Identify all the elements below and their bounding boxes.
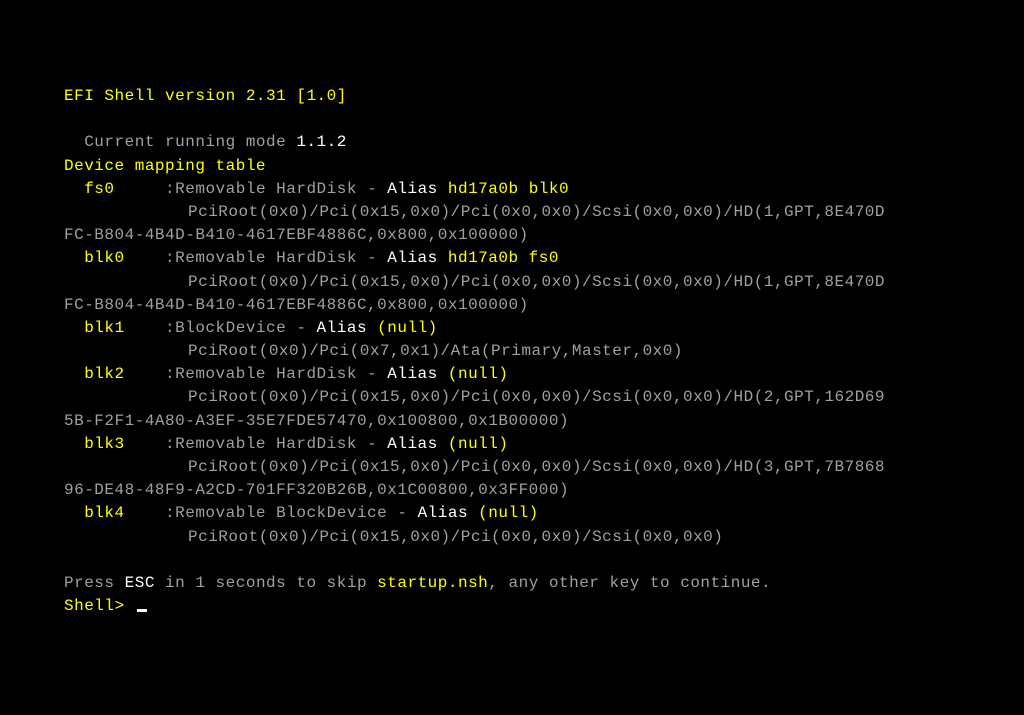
device-desc: :Removable HardDisk - (165, 435, 387, 453)
device-entry-fs0: fs0 :Removable HardDisk - Alias hd17a0b … (64, 178, 1024, 201)
alias-label: Alias (387, 365, 448, 383)
device-path: PciRoot(0x0)/Pci(0x15,0x0)/Pci(0x0,0x0)/… (64, 456, 1024, 479)
device-desc: :Removable HardDisk - (165, 180, 387, 198)
alias-label: Alias (387, 249, 448, 267)
device-entry-blk0: blk0 :Removable HardDisk - Alias hd17a0b… (64, 247, 1024, 270)
device-name: blk0 (84, 249, 124, 267)
device-name: blk2 (84, 365, 124, 383)
efi-shell-version: EFI Shell version 2.31 [1.0] (64, 85, 1024, 108)
device-name: fs0 (84, 180, 114, 198)
alias-value: (null) (478, 504, 539, 522)
device-desc: :Removable HardDisk - (165, 365, 387, 383)
alias-value: (null) (448, 365, 509, 383)
device-entry-blk4: blk4 :Removable BlockDevice - Alias (nul… (64, 502, 1024, 525)
current-mode-value: 1.1.2 (296, 133, 347, 151)
device-entry-blk3: blk3 :Removable HardDisk - Alias (null) (64, 433, 1024, 456)
device-path-cont: FC-B804-4B4D-B410-4617EBF4886C,0x800,0x1… (64, 294, 1024, 317)
shell-prompt-line[interactable]: Shell> (64, 595, 1024, 618)
device-path: PciRoot(0x0)/Pci(0x7,0x1)/Ata(Primary,Ma… (64, 340, 1024, 363)
device-path-cont: FC-B804-4B4D-B410-4617EBF4886C,0x800,0x1… (64, 224, 1024, 247)
device-path: PciRoot(0x0)/Pci(0x15,0x0)/Pci(0x0,0x0)/… (64, 526, 1024, 549)
device-path: PciRoot(0x0)/Pci(0x15,0x0)/Pci(0x0,0x0)/… (64, 271, 1024, 294)
continue-text: , any other key to continue. (488, 574, 771, 592)
device-desc: :Removable BlockDevice - (165, 504, 418, 522)
shell-prompt: Shell> (64, 597, 135, 615)
esc-key: ESC (125, 574, 155, 592)
device-entry-blk2: blk2 :Removable HardDisk - Alias (null) (64, 363, 1024, 386)
current-mode-line: Current running mode 1.1.2 (64, 108, 1024, 154)
alias-value: hd17a0b fs0 (448, 249, 559, 267)
startup-prompt-line: Press ESC in 1 seconds to skip startup.n… (64, 572, 1024, 595)
in-seconds: in 1 seconds to skip (155, 574, 377, 592)
blank-line (64, 549, 1024, 572)
alias-label: Alias (317, 319, 378, 337)
alias-value: hd17a0b blk0 (448, 180, 569, 198)
device-mapping-title: Device mapping table (64, 155, 1024, 178)
cursor-icon (137, 609, 147, 612)
alias-label: Alias (387, 180, 448, 198)
device-name: blk3 (84, 435, 124, 453)
alias-value: (null) (377, 319, 438, 337)
device-name: blk4 (84, 504, 124, 522)
device-path-cont: 5B-F2F1-4A80-A3EF-35E7FDE57470,0x100800,… (64, 410, 1024, 433)
device-name: blk1 (84, 319, 124, 337)
device-path: PciRoot(0x0)/Pci(0x15,0x0)/Pci(0x0,0x0)/… (64, 386, 1024, 409)
press-label: Press (64, 574, 125, 592)
device-entry-blk1: blk1 :BlockDevice - Alias (null) (64, 317, 1024, 340)
device-path: PciRoot(0x0)/Pci(0x15,0x0)/Pci(0x0,0x0)/… (64, 201, 1024, 224)
device-desc: :Removable HardDisk - (165, 249, 387, 267)
alias-label: Alias (387, 435, 448, 453)
alias-label: Alias (418, 504, 479, 522)
current-mode-label: Current running mode (84, 133, 296, 151)
alias-value: (null) (448, 435, 509, 453)
device-desc: :BlockDevice - (165, 319, 317, 337)
device-path-cont: 96-DE48-48F9-A2CD-701FF320B26B,0x1C00800… (64, 479, 1024, 502)
startup-file: startup.nsh (377, 574, 488, 592)
